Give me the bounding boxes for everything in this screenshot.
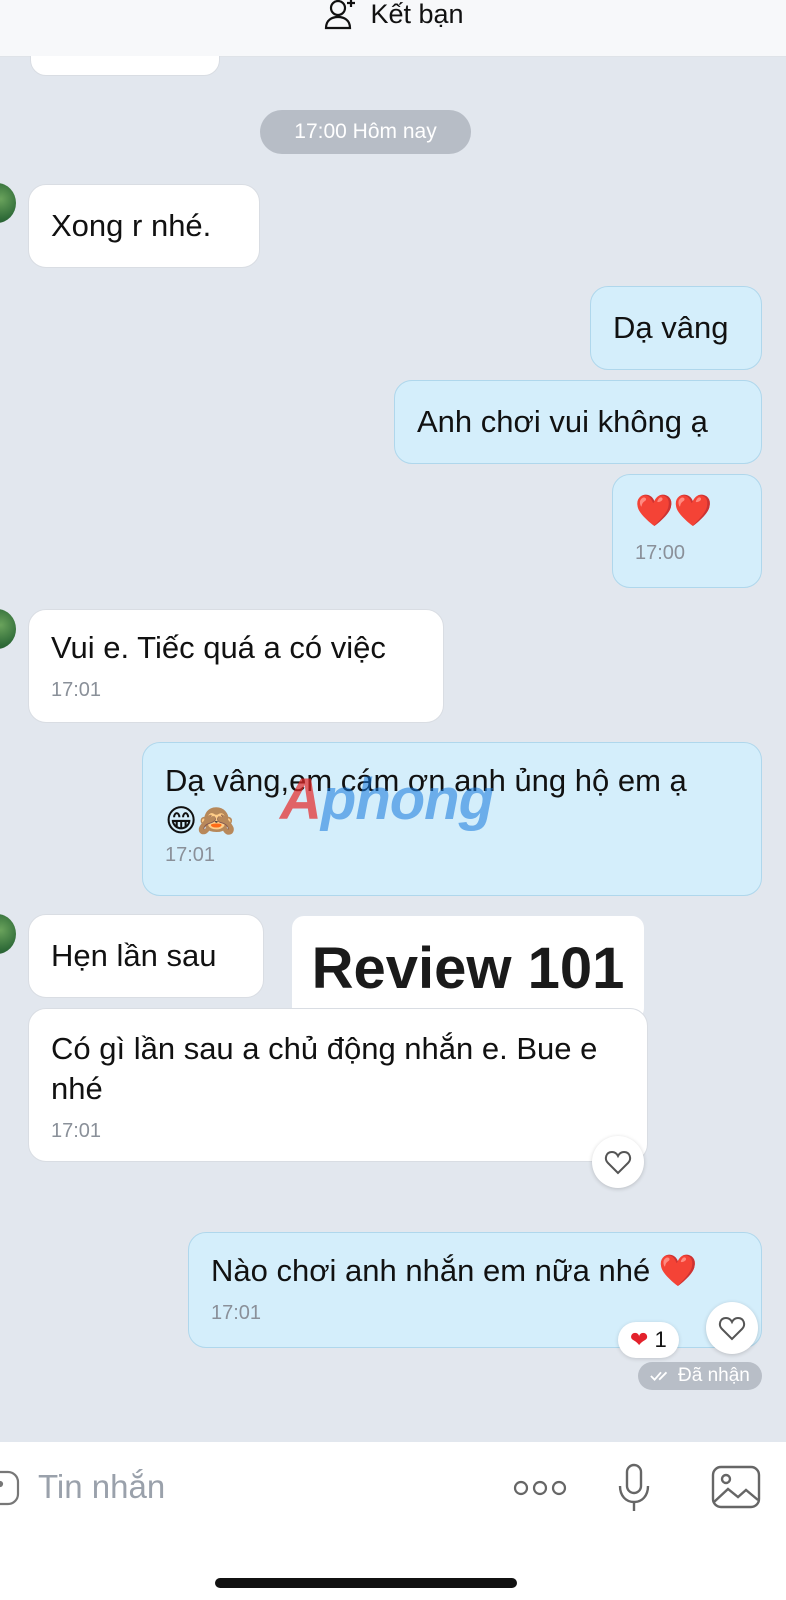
message-bubble-outgoing[interactable]: Anh chơi vui không ạ [394, 380, 762, 464]
chat-area[interactable]: 17:00 Hôm nay Xong r nhé. Dạ vâng Anh ch… [0, 56, 786, 1442]
message-text: Hẹn lần sau [51, 938, 217, 973]
message-emoji: 😁🙈 [165, 803, 236, 839]
message-bubble-incoming[interactable]: Xong r nhé. [28, 184, 260, 268]
microphone-icon[interactable] [616, 1462, 652, 1514]
message-bubble-outgoing[interactable]: Dạ vâng [590, 286, 762, 370]
image-gallery-icon[interactable] [710, 1464, 762, 1510]
message-time: 17:00 [635, 542, 686, 564]
message-text: Dạ vâng,em cám ơn anh ủng hộ em ạ [165, 763, 687, 798]
message-text: Dạ vâng [613, 310, 729, 345]
message-input[interactable]: Tin nhắn [38, 1468, 165, 1506]
delivery-status: Đã nhận [638, 1362, 762, 1390]
top-bar: Kết bạn [0, 0, 786, 57]
add-friend-label: Kết bạn [370, 0, 464, 29]
reaction-count: 1 [654, 1327, 667, 1352]
delivery-status-label: Đã nhận [678, 1365, 750, 1386]
reaction-count-badge[interactable]: ❤ 1 [618, 1322, 679, 1358]
message-text: Xong r nhé. [51, 208, 212, 243]
message-bubble-incoming[interactable]: Có gì lần sau a chủ động nhắn e. Bue e n… [28, 1008, 648, 1162]
message-text: Có gì lần sau a chủ động nhắn e. Bue e n… [51, 1031, 598, 1106]
message-text: Vui e. Tiếc quá a có việc [51, 630, 386, 665]
message-bubble-outgoing[interactable]: ❤️❤️ 17:00 [612, 474, 762, 588]
add-friend-icon [325, 0, 356, 30]
more-options-icon[interactable] [512, 1476, 568, 1500]
message-text: Nào chơi anh nhắn em nữa nhé ❤️ [211, 1253, 698, 1288]
message-time: 17:01 [165, 844, 216, 866]
react-button[interactable] [706, 1302, 758, 1354]
message-bubble-incoming[interactable]: Vui e. Tiếc quá a có việc 17:01 [28, 609, 444, 723]
heart-outline-icon [604, 1150, 632, 1175]
contact-avatar[interactable] [0, 609, 16, 649]
overlay-label: Review 101 [292, 916, 644, 1020]
contact-avatar[interactable] [0, 914, 16, 954]
message-composer: Tin nhắn [0, 1442, 786, 1600]
double-check-icon [650, 1371, 668, 1382]
heart-icon: ❤ [630, 1327, 649, 1353]
message-bubble-outgoing[interactable]: Dạ vâng,em cám ơn anh ủng hộ em ạ 😁🙈 17:… [142, 742, 762, 896]
message-bubble-incoming[interactable]: Hẹn lần sau [28, 914, 264, 998]
heart-outline-icon [718, 1316, 746, 1341]
message-time: 17:01 [51, 679, 102, 701]
date-separator: 17:00 Hôm nay [260, 110, 471, 154]
message-text: ❤️❤️ [635, 493, 713, 529]
react-button[interactable] [592, 1136, 644, 1188]
message-bubble-clipped [30, 56, 220, 76]
sticker-icon[interactable] [0, 1468, 20, 1508]
message-text: Anh chơi vui không ạ [417, 404, 708, 439]
add-friend-button[interactable]: Kết bạn [322, 0, 464, 32]
contact-avatar[interactable] [0, 183, 16, 223]
home-indicator [215, 1578, 517, 1588]
message-time: 17:01 [51, 1120, 102, 1142]
